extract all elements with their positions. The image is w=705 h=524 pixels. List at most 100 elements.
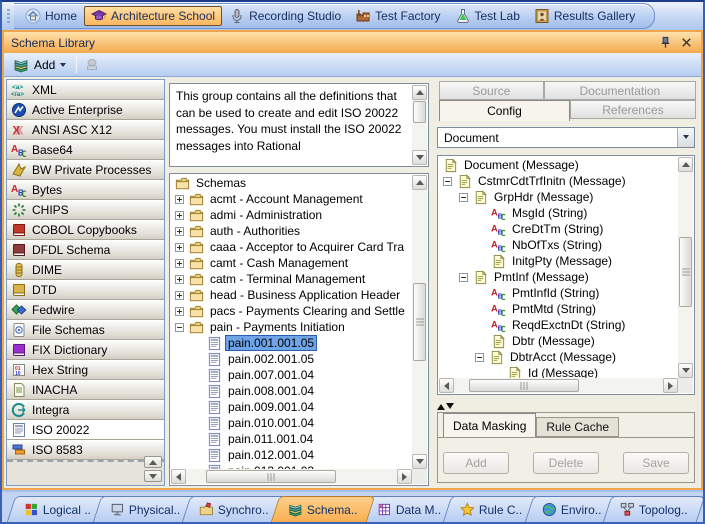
add-dropdown-arrow-icon[interactable] <box>60 63 67 70</box>
tree-item[interactable]: pain.011.001.04 <box>171 431 412 447</box>
sidebar-item-chips[interactable]: CHIPS <box>7 200 164 220</box>
tree-item[interactable]: DbtrAcct (Message) <box>439 349 678 365</box>
add-button[interactable]: Add <box>10 56 69 74</box>
tree-item[interactable]: CstmrCdtTrfInitn (Message) <box>439 173 678 189</box>
tree-item[interactable]: admi - Administration <box>171 207 412 223</box>
tree-item[interactable]: Schemas <box>171 175 412 191</box>
top-tab-architecture-school[interactable]: Architecture School <box>84 6 223 26</box>
sidebar-item-integra[interactable]: Integra <box>7 400 164 420</box>
tree-item[interactable]: pain.002.001.05 <box>171 351 412 367</box>
sidebar-item-fedwire[interactable]: Fedwire <box>7 300 164 320</box>
tree-item[interactable]: pain.010.001.04 <box>171 415 412 431</box>
splitter-up-icon[interactable] <box>437 400 445 410</box>
tree-item[interactable]: A B MsgId (String) <box>439 205 678 221</box>
description-scrollbar[interactable] <box>412 85 427 165</box>
tree-item[interactable]: pain.007.001.04 <box>171 367 412 383</box>
right-tab-references[interactable]: References <box>569 100 696 119</box>
tree-item[interactable]: pain.001.001.05 <box>171 335 412 351</box>
close-icon[interactable] <box>679 35 694 50</box>
schema-tree-hscrollbar[interactable] <box>171 469 412 484</box>
sidebar-item-dfdl-schema[interactable]: DFDL Schema <box>7 240 164 260</box>
pin-icon[interactable] <box>658 35 673 50</box>
top-tab-recording-studio[interactable]: Recording Studio <box>222 6 348 26</box>
expander-plus-icon[interactable] <box>175 274 184 284</box>
right-tab-documentation[interactable]: Documentation <box>543 81 696 100</box>
sidebar-item-bw-private-processes[interactable]: BW Private Processes <box>7 160 164 180</box>
tree-item[interactable]: auth - Authorities <box>171 223 412 239</box>
tree-item[interactable]: GrpHdr (Message) <box>439 189 678 205</box>
schema-tree-vscrollbar[interactable] <box>412 175 427 469</box>
tree-item[interactable]: pacs - Payments Clearing and Settle <box>171 303 412 319</box>
tree-item[interactable]: A B PmtInfId (String) <box>439 285 678 301</box>
tree-item[interactable]: PmtInf (Message) <box>439 269 678 285</box>
sidebar-item-hex-string[interactable]: 01 10 Hex String <box>7 360 164 380</box>
splitter-down-icon[interactable] <box>446 402 454 413</box>
sidebar-item-fix-dictionary[interactable]: FIX Dictionary <box>7 340 164 360</box>
sidebar-item-inacha[interactable]: INACHA <box>7 380 164 400</box>
tree-item[interactable]: caaa - Acceptor to Acquirer Card Tra <box>171 239 412 255</box>
add-button[interactable]: Add <box>443 452 509 474</box>
tree-item[interactable]: InitgPty (Message) <box>439 253 678 269</box>
top-tab-results-gallery[interactable]: Results Gallery <box>527 6 642 26</box>
sidebar-scroll-up-button[interactable] <box>144 456 162 468</box>
expander-minus-icon[interactable] <box>459 192 468 202</box>
stamp-icon[interactable] <box>84 57 100 73</box>
sidebar-item-file-schemas[interactable]: File Schemas <box>7 320 164 340</box>
expander-plus-icon[interactable] <box>175 306 184 316</box>
tree-item[interactable]: pain.012.001.04 <box>171 447 412 463</box>
expander-minus-icon[interactable] <box>475 352 484 362</box>
top-tab-home[interactable]: Home <box>18 6 84 26</box>
sidebar-item-dtd[interactable]: DTD <box>7 280 164 300</box>
expander-minus-icon[interactable] <box>459 272 468 282</box>
config-tree-hscrollbar[interactable] <box>439 378 678 393</box>
tree-item[interactable]: head - Business Application Header <box>171 287 412 303</box>
expander-plus-icon[interactable] <box>175 290 184 300</box>
expander-minus-icon[interactable] <box>443 176 452 186</box>
bottom-tab-synchro-[interactable]: Synchro.. <box>182 496 287 522</box>
tree-item[interactable]: Dbtr (Message) <box>439 333 678 349</box>
tree-item[interactable]: camt - Cash Management <box>171 255 412 271</box>
sidebar-item-iso-8583[interactable]: ISO 8583 <box>7 440 164 460</box>
save-button[interactable]: Save <box>623 452 689 474</box>
sidebar-item-bytes[interactable]: A B Bytes <box>7 180 164 200</box>
tree-item[interactable]: A B ReqdExctnDt (String) <box>439 317 678 333</box>
dropdown-arrow-icon[interactable] <box>677 128 694 147</box>
splitter-handle[interactable] <box>437 399 454 410</box>
expander-plus-icon[interactable] <box>175 242 184 252</box>
expander-plus-icon[interactable] <box>175 194 184 204</box>
sidebar-item-iso-20022[interactable]: ISO 20022 <box>7 420 164 440</box>
bottom-tab-topolog-[interactable]: Topolog.. <box>602 496 703 522</box>
expander-plus-icon[interactable] <box>175 226 184 236</box>
expander-plus-icon[interactable] <box>175 258 184 268</box>
sidebar-item-active-enterprise[interactable]: Active Enterprise <box>7 100 164 120</box>
sidebar-item-base64[interactable]: A B Base64 <box>7 140 164 160</box>
tree-item[interactable]: A B NbOfTxs (String) <box>439 237 678 253</box>
tree-item[interactable]: acmt - Account Management <box>171 191 412 207</box>
tree-item[interactable]: catm - Terminal Management <box>171 271 412 287</box>
tree-item[interactable]: pain.008.001.04 <box>171 383 412 399</box>
document-dropdown[interactable]: Document <box>437 127 695 148</box>
tree-item[interactable]: Document (Message) <box>439 157 678 173</box>
lower-tab-rule-cache[interactable]: Rule Cache <box>536 417 620 437</box>
sidebar-item-dime[interactable]: DIME <box>7 260 164 280</box>
tree-item[interactable]: A B CreDtTm (String) <box>439 221 678 237</box>
right-tab-source[interactable]: Source <box>439 81 544 100</box>
lower-tab-data-masking[interactable]: Data Masking <box>443 413 537 437</box>
sidebar-scroll-down-button[interactable] <box>144 470 162 482</box>
expander-minus-icon[interactable] <box>175 322 184 332</box>
tree-item[interactable]: pain.009.001.04 <box>171 399 412 415</box>
sidebar-item-ansi-asc-x12[interactable]: X X ANSI ASC X12 <box>7 120 164 140</box>
sidebar-item-cobol-copybooks[interactable]: COBOL Copybooks <box>7 220 164 240</box>
config-tree-vscrollbar[interactable] <box>678 157 693 378</box>
tree-item[interactable]: pain - Payments Initiation <box>171 319 412 335</box>
delete-button[interactable]: Delete <box>533 452 599 474</box>
expander-plus-icon[interactable] <box>175 210 184 220</box>
right-tab-config[interactable]: Config <box>439 100 570 121</box>
tree-item[interactable]: Id (Message) <box>439 365 678 378</box>
toolbar-grip[interactable] <box>7 9 10 24</box>
tree-item[interactable]: A B PmtMtd (String) <box>439 301 678 317</box>
bottom-tab-schema-[interactable]: Schema.. <box>270 496 376 522</box>
sidebar-item-xml[interactable]: <a> </a> XML <box>7 80 164 100</box>
top-tab-test-lab[interactable]: Test Lab <box>448 6 527 26</box>
top-tab-test-factory[interactable]: Test Factory <box>348 6 447 26</box>
